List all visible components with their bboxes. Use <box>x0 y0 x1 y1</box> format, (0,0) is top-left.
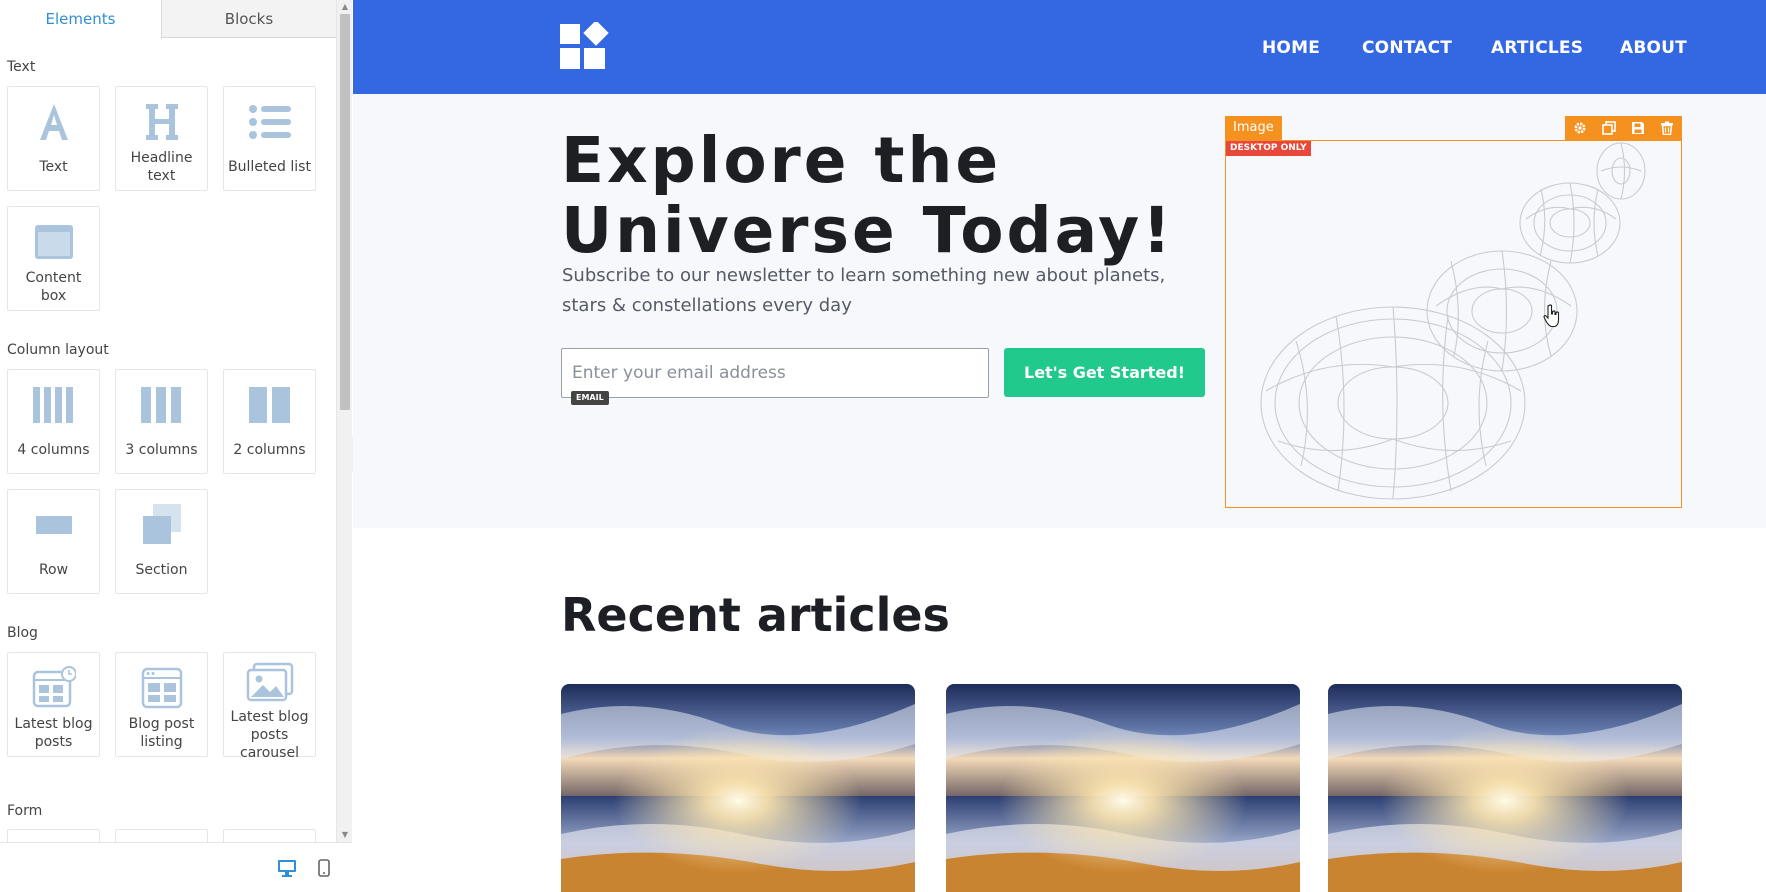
element-row[interactable]: Row <box>7 489 100 594</box>
element-form-3[interactable] <box>223 829 316 842</box>
tile-label: 2 columns <box>233 442 306 458</box>
sidebar-tabs: Elements Blocks <box>0 0 336 39</box>
tile-label: 3 columns <box>125 442 198 458</box>
hero-section: Explore the Universe Today! Subscribe to… <box>353 94 1766 528</box>
element-latest-blog-posts[interactable]: Latest blog posts <box>7 652 100 757</box>
tile-label: Section <box>135 562 188 578</box>
article-card[interactable] <box>946 684 1300 892</box>
torus-wireframe-image <box>1260 142 1646 500</box>
three-columns-icon <box>116 380 207 430</box>
element-headline-text[interactable]: Headline text <box>115 86 208 191</box>
element-latest-blog-posts-carousel[interactable]: Latest blog posts carousel <box>223 652 316 761</box>
editor-sidebar: Elements Blocks Text Text Headline text … <box>0 0 352 892</box>
letter-h-icon <box>116 97 207 147</box>
four-columns-icon <box>8 380 99 430</box>
nav-articles[interactable]: ARTICLES <box>1491 38 1583 58</box>
nav-contact[interactable]: CONTACT <box>1362 38 1452 58</box>
element-content-box[interactable]: Content box <box>7 206 100 311</box>
hero-title-line2: Universe Today! <box>561 194 1174 267</box>
page-canvas: HOME CONTACT ARTICLES ABOUT Explore the … <box>353 0 1766 892</box>
scroll-down-icon[interactable]: ▼ <box>340 830 350 840</box>
section-icon <box>116 500 207 550</box>
tile-label: Blog post listing <box>128 716 195 750</box>
get-started-button[interactable]: Let's Get Started! <box>1004 348 1205 397</box>
hero-title-line1: Explore the <box>561 124 1002 197</box>
content-box-icon <box>8 217 99 267</box>
hero-subtitle[interactable]: Subscribe to our newsletter to learn som… <box>562 261 1172 321</box>
element-section[interactable]: Section <box>115 489 208 594</box>
tile-label: Latest blog posts <box>14 716 93 750</box>
latest-posts-icon <box>8 663 99 713</box>
beach-sunset-image <box>1328 684 1682 892</box>
element-blog-post-listing[interactable]: Blog post listing <box>115 652 208 757</box>
scroll-up-icon[interactable]: ▲ <box>340 2 350 12</box>
element-form-1[interactable] <box>7 829 100 842</box>
gear-icon[interactable] <box>1572 120 1588 136</box>
hero-image-block[interactable] <box>1225 140 1682 508</box>
tile-label: Row <box>38 562 69 578</box>
email-field-tag: EMAIL <box>571 391 609 405</box>
row-icon <box>8 500 99 550</box>
tile-label: Latest blog posts carousel <box>230 709 309 761</box>
tile-label: Headline text <box>130 150 193 184</box>
section-label-columns: Column layout <box>7 342 109 358</box>
beach-sunset-image <box>946 684 1300 892</box>
hand-cursor-icon <box>1543 304 1561 332</box>
mobile-icon[interactable] <box>318 859 338 879</box>
image-block-label: Image <box>1225 116 1282 140</box>
element-bulleted-list[interactable]: Bulleted list <box>223 86 316 191</box>
device-switcher <box>0 842 352 892</box>
image-carousel-icon <box>224 657 315 707</box>
tab-blocks[interactable]: Blocks <box>162 0 336 38</box>
tile-label: Text <box>39 159 68 175</box>
email-input[interactable] <box>561 348 989 398</box>
section-label-text: Text <box>7 59 36 75</box>
article-card[interactable] <box>561 684 915 892</box>
nav-home[interactable]: HOME <box>1262 38 1320 58</box>
blog-listing-icon <box>116 663 207 713</box>
letter-a-icon <box>8 97 99 147</box>
copy-icon[interactable] <box>1601 120 1617 136</box>
section-label-form: Form <box>7 803 43 819</box>
element-form-2[interactable] <box>115 829 208 842</box>
scroll-thumb[interactable] <box>340 14 350 410</box>
tile-label: 4 columns <box>17 442 90 458</box>
article-card[interactable] <box>1328 684 1682 892</box>
nav-about[interactable]: ABOUT <box>1620 38 1687 58</box>
tab-elements[interactable]: Elements <box>0 0 162 39</box>
site-logo[interactable] <box>560 20 612 72</box>
element-2-columns[interactable]: 2 columns <box>223 369 316 474</box>
elements-panel: Text Text Headline text Bulleted list Co… <box>0 39 336 842</box>
desktop-icon[interactable] <box>277 859 297 879</box>
element-text[interactable]: Text <box>7 86 100 191</box>
section-label-blog: Blog <box>7 625 38 641</box>
tile-label: Content box <box>25 270 82 304</box>
sidebar-scrollbar[interactable]: ▲ ▼ <box>336 0 352 842</box>
element-3-columns[interactable]: 3 columns <box>115 369 208 474</box>
hero-title[interactable]: Explore the Universe Today! <box>561 126 1174 266</box>
recent-articles-heading[interactable]: Recent articles <box>561 588 950 642</box>
save-icon[interactable] <box>1630 120 1646 136</box>
list-icon <box>224 97 315 147</box>
site-navbar: HOME CONTACT ARTICLES ABOUT <box>353 0 1766 94</box>
image-block-toolbar <box>1565 116 1682 140</box>
desktop-only-badge: DESKTOP ONLY <box>1226 141 1311 156</box>
two-columns-icon <box>224 380 315 430</box>
beach-sunset-image <box>561 684 915 892</box>
element-4-columns[interactable]: 4 columns <box>7 369 100 474</box>
tile-label: Bulleted list <box>228 159 311 175</box>
trash-icon[interactable] <box>1659 120 1675 136</box>
